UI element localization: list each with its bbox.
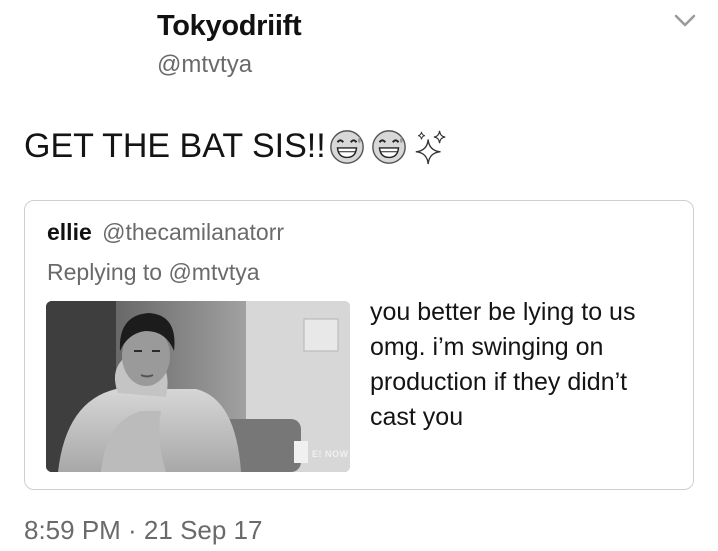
quoted-text-line: omg. i’m swinging on (370, 333, 604, 361)
quoted-tweet-image[interactable]: E! NOW (46, 301, 350, 472)
quoted-text-line: production if they didn’t (370, 368, 628, 396)
quoted-author-name: ellie (47, 219, 92, 245)
replying-to-label: Replying to @mtvtya (47, 259, 260, 285)
author-handle[interactable]: @mtvtya (157, 51, 301, 79)
tweet-text-content: GET THE BAT SIS!! (24, 127, 326, 165)
tweet-author[interactable]: Tokyodriift @mtvtya (157, 10, 302, 79)
quoted-text-line: cast you (370, 403, 464, 431)
sparkles-icon (415, 130, 446, 164)
quoted-tweet-card[interactable]: ellie @thecamilanatorr Replying to @mtvt… (24, 200, 694, 490)
quoted-text-line: you better be lying to us (370, 298, 636, 326)
quoted-author-handle: @thecamilanatorr (102, 219, 285, 245)
grinning-sweat-face-icon (371, 129, 406, 164)
quoted-tweet-header: ellie @thecamilanatorr (47, 219, 284, 246)
author-display-name[interactable]: Tokyodriift (157, 10, 302, 43)
tweet-timestamp[interactable]: 8:59 PM · 21 Sep 17 (24, 515, 262, 546)
quoted-tweet-text: you better be lying to us omg. i’m swing… (370, 295, 670, 435)
media-thumbnail (46, 301, 350, 472)
chevron-down-icon[interactable] (671, 10, 699, 32)
media-watermark: E! NOW (312, 449, 349, 459)
tweet-text: GET THE BAT SIS!! (24, 127, 450, 166)
grinning-sweat-face-icon (329, 129, 364, 164)
